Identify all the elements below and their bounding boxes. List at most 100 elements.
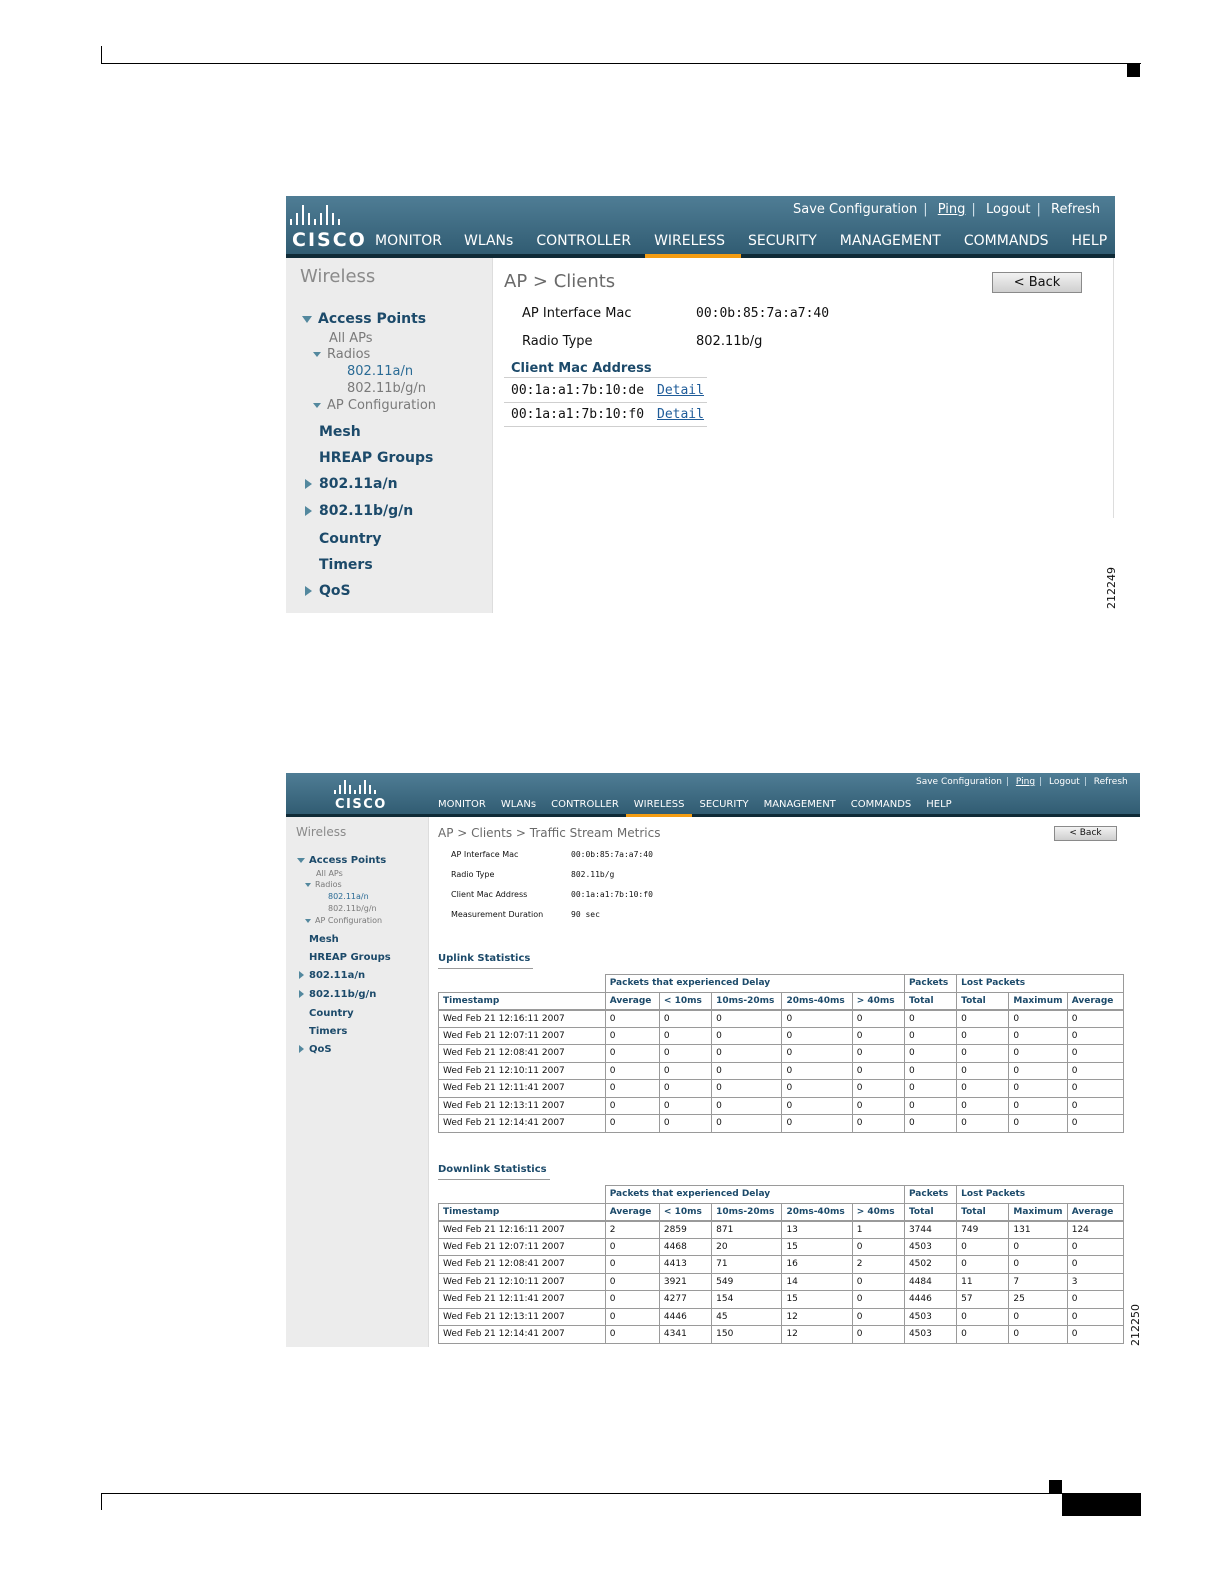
nav-help[interactable]: HELP [926, 799, 951, 810]
nav-help[interactable]: HELP [1072, 233, 1108, 249]
nav-controller[interactable]: CONTROLLER [551, 799, 619, 810]
table-cell: 0 [1066, 1325, 1125, 1344]
sidebar-item-radio-bg[interactable]: 802.11b/g/n [328, 904, 377, 913]
main-nav: MONITOR WLANs CONTROLLER WIRELESS SECURI… [438, 799, 952, 810]
table-cell: 871 [711, 1220, 783, 1239]
nav-wlans[interactable]: WLANs [464, 233, 513, 249]
table-cell: Wed Feb 21 12:16:11 2007 [438, 1220, 606, 1239]
table-cell: 0 [604, 1096, 660, 1115]
detail-link[interactable]: Detail [657, 407, 704, 422]
sidebar-item-label: 802.11a/n [309, 970, 366, 981]
table-cell: 0 [1008, 1044, 1068, 1063]
sidebar-item-qos[interactable]: QoS [305, 583, 351, 599]
sidebar-item-ap-configuration[interactable]: AP Configuration [313, 398, 436, 413]
table-cell: 0 [956, 1307, 1010, 1326]
logout-link[interactable]: Logout [986, 202, 1031, 217]
ping-link[interactable]: Ping [938, 202, 966, 217]
back-button[interactable]: < Back [992, 272, 1082, 293]
sidebar-item-hreap-groups[interactable]: HREAP Groups [319, 450, 433, 466]
sidebar-item-timers[interactable]: Timers [309, 1026, 347, 1037]
sidebar-item-80211a[interactable]: 802.11a/n [299, 970, 365, 981]
table-row: Wed Feb 21 12:08:41 2007 0 4413 71 16 2 4502 0 0… [438, 1255, 1125, 1274]
sidebar-item-mesh[interactable]: Mesh [319, 424, 361, 440]
sidebar-item-access-points[interactable]: Access Points [302, 311, 426, 327]
table-cell: 4503 [903, 1237, 958, 1256]
table-cell: 0 [1066, 1079, 1125, 1098]
footer-rule [101, 1493, 1141, 1494]
cisco-logo-text: CISCO [335, 797, 387, 812]
table-row: Wed Feb 21 12:11:41 2007 0 0 0 0 0 0 0 0 0 [438, 1079, 1125, 1098]
nav-management[interactable]: MANAGEMENT [764, 799, 836, 810]
ping-link[interactable]: Ping [1016, 777, 1035, 787]
nav-commands[interactable]: COMMANDS [964, 233, 1049, 249]
expand-right-icon [305, 479, 312, 489]
table-cell: 0 [851, 1307, 905, 1326]
nav-security[interactable]: SECURITY [699, 799, 748, 810]
column-header: Total [956, 991, 1010, 1011]
wlc-header: CISCO Save Configuration | Ping | Logout | … [286, 773, 1140, 817]
nav-wireless[interactable]: WIRELESS [654, 233, 725, 249]
nav-management[interactable]: MANAGEMENT [840, 233, 941, 249]
nav-monitor[interactable]: MONITOR [375, 233, 442, 249]
refresh-link[interactable]: Refresh [1051, 202, 1100, 217]
column-header: Maximum [1008, 1202, 1068, 1222]
table-cell: 749 [956, 1220, 1010, 1239]
nav-commands[interactable]: COMMANDS [851, 799, 911, 810]
sidebar-item-all-aps[interactable]: All APs [329, 331, 373, 346]
sidebar-item-label: Access Points [318, 311, 427, 327]
save-configuration-link[interactable]: Save Configuration [916, 777, 1002, 787]
nav-wlans[interactable]: WLANs [501, 799, 536, 810]
sidebar-item-80211bg[interactable]: 802.11b/g/n [299, 989, 376, 1000]
cisco-logo-text: CISCO [292, 229, 367, 251]
group-header-row: Packets that experienced Delay Packets Los… [438, 974, 1124, 993]
sidebar-item-label: 802.11a/n [319, 476, 398, 492]
sidebar-item-access-points[interactable]: Access Points [297, 855, 386, 866]
sidebar-item-radios[interactable]: Radios [313, 347, 370, 362]
sidebar-title: Wireless [300, 266, 376, 287]
nav-monitor[interactable]: MONITOR [438, 799, 486, 810]
table-cell: 0 [1066, 1290, 1125, 1309]
table-cell: 0 [1066, 1061, 1125, 1080]
sidebar-item-country[interactable]: Country [319, 531, 382, 547]
detail-link[interactable]: Detail [657, 383, 704, 398]
sidebar-item-timers[interactable]: Timers [319, 557, 373, 573]
client-mac: 00:1a:a1:7b:10:f0 [511, 407, 645, 422]
table-cell: 0 [781, 1044, 853, 1063]
sidebar-item-country[interactable]: Country [309, 1008, 354, 1019]
ap-interface-mac-value: 00:0b:85:7a:a7:40 [696, 306, 830, 321]
sidebar-item-mesh[interactable]: Mesh [309, 934, 339, 945]
column-header: 20ms-40ms [781, 1202, 853, 1222]
nav-wireless[interactable]: WIRELESS [634, 799, 685, 810]
client-mac: 00:1a:a1:7b:10:de [511, 382, 645, 398]
column-header: < 10ms [658, 991, 713, 1011]
sidebar-item-80211a[interactable]: 802.11a/n [305, 476, 398, 492]
expand-right-icon [299, 990, 304, 998]
table-cell: 0 [658, 1009, 713, 1028]
client-list: 00:1a:a1:7b:10:de Detail 00:1a:a1:7b:10:… [504, 377, 707, 427]
column-header: > 40ms [851, 1202, 905, 1222]
expand-right-icon [305, 586, 312, 596]
sidebar-item-hreap-groups[interactable]: HREAP Groups [309, 952, 391, 963]
table-cell: 0 [711, 1009, 783, 1028]
nav-security[interactable]: SECURITY [748, 233, 817, 249]
logout-link[interactable]: Logout [1049, 777, 1080, 787]
sidebar-item-radio-a[interactable]: 802.11a/n [328, 892, 369, 901]
save-configuration-link[interactable]: Save Configuration [793, 202, 917, 217]
sidebar-item-radio-a[interactable]: 802.11a/n [347, 364, 413, 379]
sidebar-item-radios[interactable]: Radios [305, 880, 342, 889]
sidebar-item-ap-configuration[interactable]: AP Configuration [305, 916, 382, 925]
sidebar-item-qos[interactable]: QoS [299, 1044, 332, 1055]
table-cell: 13 [781, 1220, 853, 1239]
sidebar-item-80211bg[interactable]: 802.11b/g/n [305, 503, 413, 519]
nav-controller[interactable]: CONTROLLER [536, 233, 631, 249]
info-label: Client Mac Address [451, 890, 528, 899]
table-cell: 0 [1066, 1307, 1125, 1326]
back-button[interactable]: < Back [1054, 826, 1117, 841]
sidebar-item-radio-bg[interactable]: 802.11b/g/n [347, 381, 426, 396]
sidebar-item-all-aps[interactable]: All APs [316, 869, 343, 878]
table-cell: 4484 [903, 1272, 958, 1291]
refresh-link[interactable]: Refresh [1094, 777, 1128, 787]
table-row: Wed Feb 21 12:07:11 2007 0 0 0 0 0 0 0 0 0 [438, 1026, 1125, 1045]
footer-marker [1049, 1480, 1062, 1493]
table-cell: 0 [604, 1026, 660, 1045]
